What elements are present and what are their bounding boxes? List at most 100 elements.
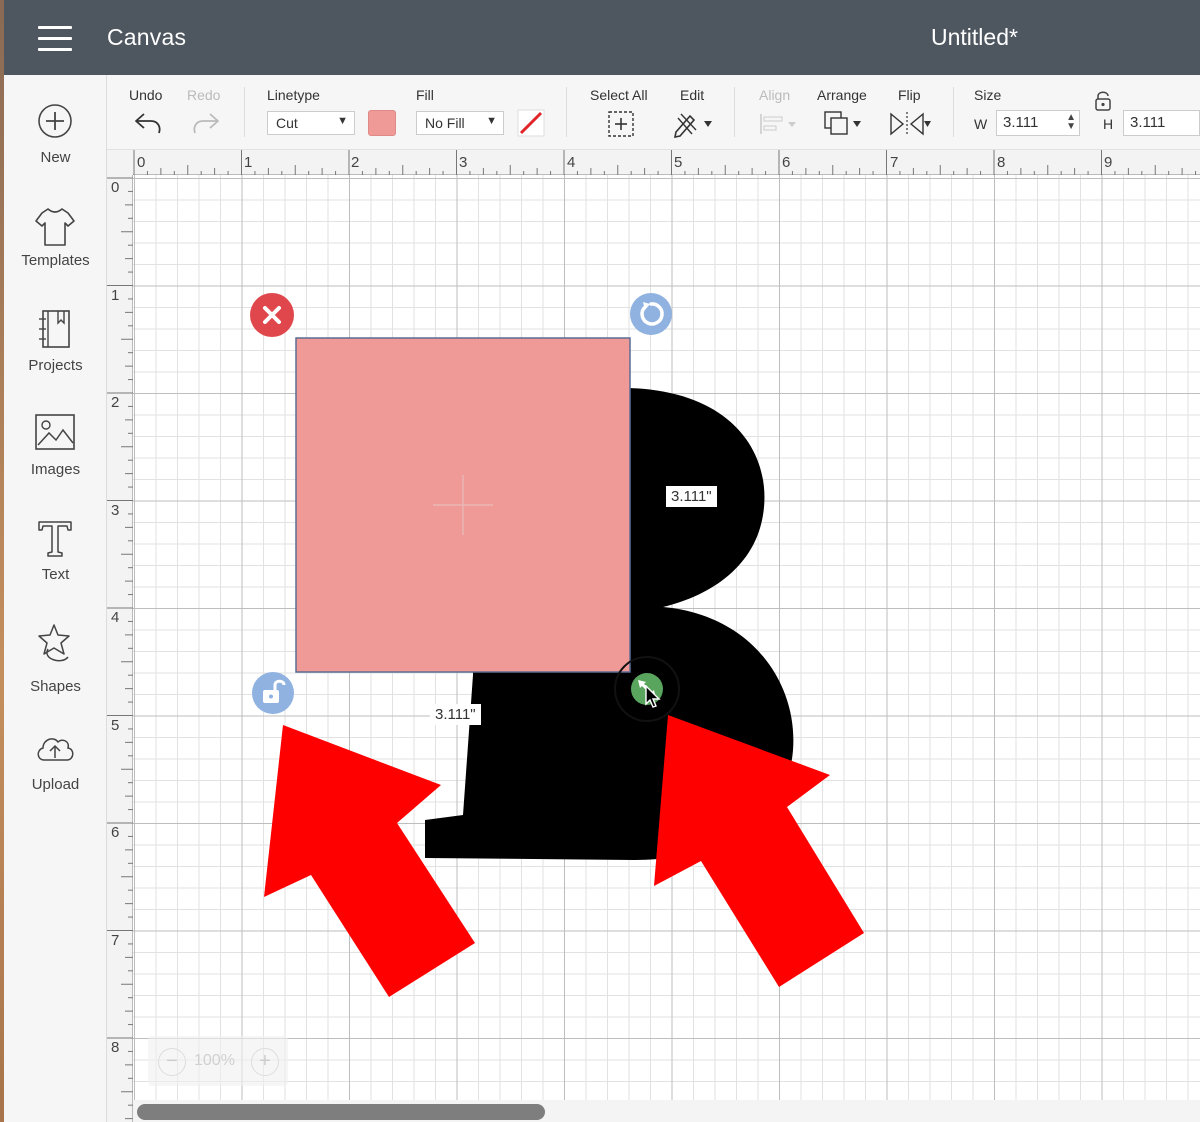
app-header: Canvas Untitled*	[4, 0, 1200, 75]
undo-label: Undo	[129, 87, 163, 103]
redo-icon[interactable]	[191, 111, 221, 135]
edit-tools-icon[interactable]	[672, 110, 714, 138]
toolbar-divider	[566, 87, 567, 137]
unlock-icon	[263, 679, 286, 703]
linetype-select[interactable]: Cut ▼	[267, 111, 355, 135]
height-value: 3.111	[1130, 114, 1166, 131]
width-prefix: W	[974, 116, 988, 132]
ruler-number: 2	[351, 154, 360, 171]
zoom-in-button[interactable]: +	[251, 1048, 279, 1076]
dropdown-arrow-icon: ▼	[486, 115, 497, 127]
sidebar-item-shapes[interactable]: Shapes	[4, 623, 107, 718]
ruler-number: 6	[782, 154, 791, 171]
height-input[interactable]: 3.111	[1123, 110, 1200, 136]
select-all-icon[interactable]	[607, 110, 635, 138]
annotation-arrow-left	[264, 725, 475, 997]
height-dimension-label: 3.111"	[666, 486, 717, 507]
zoom-out-button[interactable]: −	[158, 1048, 186, 1076]
ruler-number: 8	[997, 154, 1006, 171]
shapes-icon	[38, 624, 70, 662]
select-all-label: Select All	[590, 87, 648, 103]
size-label: Size	[974, 87, 1002, 103]
ruler-number: 0	[137, 154, 146, 171]
picture-icon	[35, 414, 75, 450]
horizontal-scrollbar-thumb[interactable]	[137, 1104, 545, 1120]
ruler-ticks	[133, 150, 1197, 175]
ruler-ticks	[107, 177, 133, 1120]
ruler-number: 1	[111, 287, 120, 304]
fill-select[interactable]: No Fill ▼	[416, 111, 504, 135]
lock-handle[interactable]	[252, 672, 294, 714]
undo-icon[interactable]	[133, 111, 163, 135]
height-prefix: H	[1103, 116, 1114, 132]
delete-handle[interactable]	[250, 293, 294, 337]
ruler-number: 4	[567, 154, 576, 171]
ruler-number: 4	[111, 609, 120, 626]
ruler-number: 9	[1104, 154, 1113, 171]
text-t-icon	[38, 521, 72, 557]
toolbar: Undo Redo Linetype Cut ▼ Fill No Fill ▼ …	[107, 75, 1200, 150]
width-value: 3.111	[1003, 114, 1039, 131]
stepper-arrows-icon[interactable]: ▲ ▼	[1066, 113, 1076, 132]
linetype-label: Linetype	[267, 87, 320, 103]
ruler-number: 3	[459, 154, 468, 171]
cloud-upload-icon	[37, 738, 74, 761]
ruler-top: 0 1 2 3 4 5 6 7 8 9	[133, 150, 1200, 175]
zoom-control: − 100% +	[148, 1036, 288, 1086]
no-fill-swatch-icon[interactable]	[517, 109, 545, 137]
arrange-label: Arrange	[817, 87, 867, 103]
ruler-number: 1	[244, 154, 253, 171]
sidebar-item-upload[interactable]: Upload	[4, 730, 107, 825]
sidebar-item-label: Images	[30, 461, 81, 478]
sidebar-item-images[interactable]: Images	[4, 413, 107, 508]
notebook-icon	[39, 310, 70, 348]
edit-label: Edit	[680, 87, 705, 103]
sidebar-item-templates[interactable]: Templates	[4, 205, 107, 300]
ruler-number: 7	[890, 154, 899, 171]
dropdown-arrow-icon: ▼	[337, 115, 348, 127]
sidebar-item-label: Projects	[28, 357, 83, 374]
ruler-corner	[107, 150, 133, 175]
flip-icon[interactable]	[889, 110, 933, 138]
ruler-number: 5	[111, 717, 120, 734]
width-dimension-label: 3.111"	[430, 704, 481, 725]
resize-handle[interactable]	[614, 656, 680, 722]
toolbar-divider	[734, 87, 735, 137]
page-title: Canvas	[107, 24, 187, 50]
sidebar-item-projects[interactable]: Projects	[4, 309, 107, 404]
ruler-number: 3	[111, 502, 120, 519]
ruler-number: 6	[111, 824, 120, 841]
redo-label: Redo	[187, 87, 221, 103]
toolbar-divider	[244, 87, 245, 137]
arrange-icon[interactable]	[823, 110, 865, 138]
ruler-number: 0	[111, 179, 120, 196]
toolbar-divider	[953, 87, 954, 137]
ruler-number: 7	[111, 932, 120, 949]
linetype-value: Cut	[276, 115, 298, 131]
sidebar: New Templates Projects Images Text Shape…	[4, 75, 107, 1122]
rotate-icon	[640, 302, 664, 326]
fill-label: Fill	[416, 87, 434, 103]
width-input[interactable]: 3.111 ▲ ▼	[996, 110, 1080, 136]
linetype-color-swatch[interactable]	[368, 110, 396, 136]
sidebar-item-new[interactable]: New	[4, 103, 107, 198]
annotation-arrow-right	[654, 715, 864, 987]
hamburger-menu-icon[interactable]	[38, 26, 74, 52]
sidebar-item-text[interactable]: Text	[4, 518, 107, 613]
plus-circle-icon	[38, 104, 72, 138]
align-icon[interactable]	[759, 112, 799, 136]
sidebar-item-label: Templates	[21, 252, 90, 269]
tshirt-icon	[35, 208, 75, 246]
sidebar-item-label: Text	[41, 566, 70, 583]
design-canvas[interactable]: 3.111" 3.111"	[133, 175, 1200, 1122]
align-label: Align	[759, 87, 791, 103]
ruler-number: 5	[674, 154, 683, 171]
document-title[interactable]: Untitled*	[931, 24, 1018, 51]
ruler-number: 8	[111, 1039, 120, 1056]
fill-value: No Fill	[425, 115, 465, 131]
ruler-number: 2	[111, 394, 120, 411]
sidebar-item-label: Upload	[31, 776, 80, 793]
proportion-lock-icon[interactable]	[1093, 90, 1113, 112]
rotate-handle[interactable]	[630, 293, 672, 335]
ruler-left: 0 1 2 3 4 5 6 7 8	[107, 175, 133, 1122]
